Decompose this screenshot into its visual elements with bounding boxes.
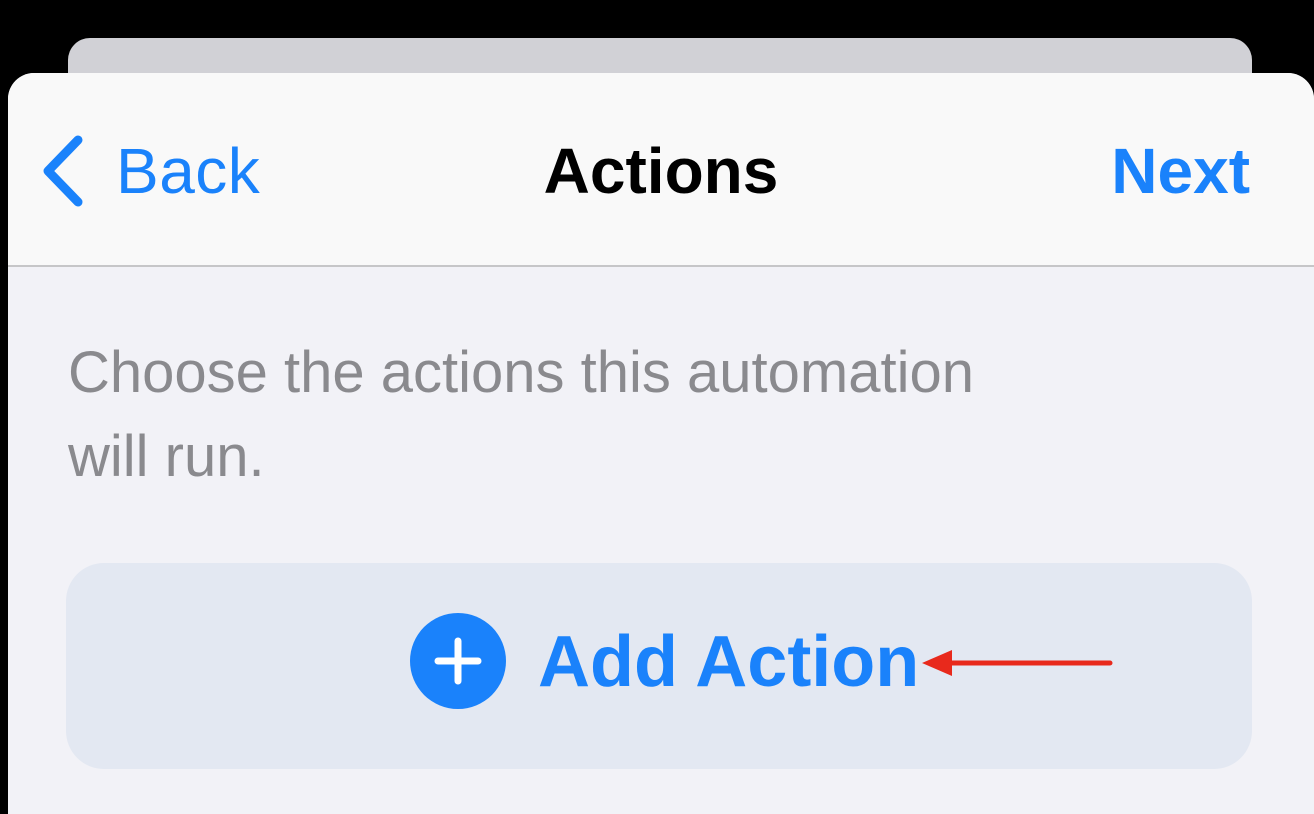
plus-circle-icon bbox=[410, 613, 506, 709]
next-button[interactable]: Next bbox=[1111, 131, 1250, 211]
screen: Back Actions Next Choose the actions thi… bbox=[0, 0, 1314, 814]
add-action-label: Add Action bbox=[538, 622, 920, 702]
description-line-1: Choose the actions this automation bbox=[68, 340, 974, 405]
description-line-2: will run. bbox=[68, 424, 265, 489]
arrow-left-icon bbox=[922, 650, 1113, 676]
description-text: Choose the actions this automation will … bbox=[68, 331, 1168, 499]
actions-sheet: Back Actions Next Choose the actions thi… bbox=[8, 73, 1314, 814]
navigation-bar: Back Actions Next bbox=[8, 73, 1314, 267]
